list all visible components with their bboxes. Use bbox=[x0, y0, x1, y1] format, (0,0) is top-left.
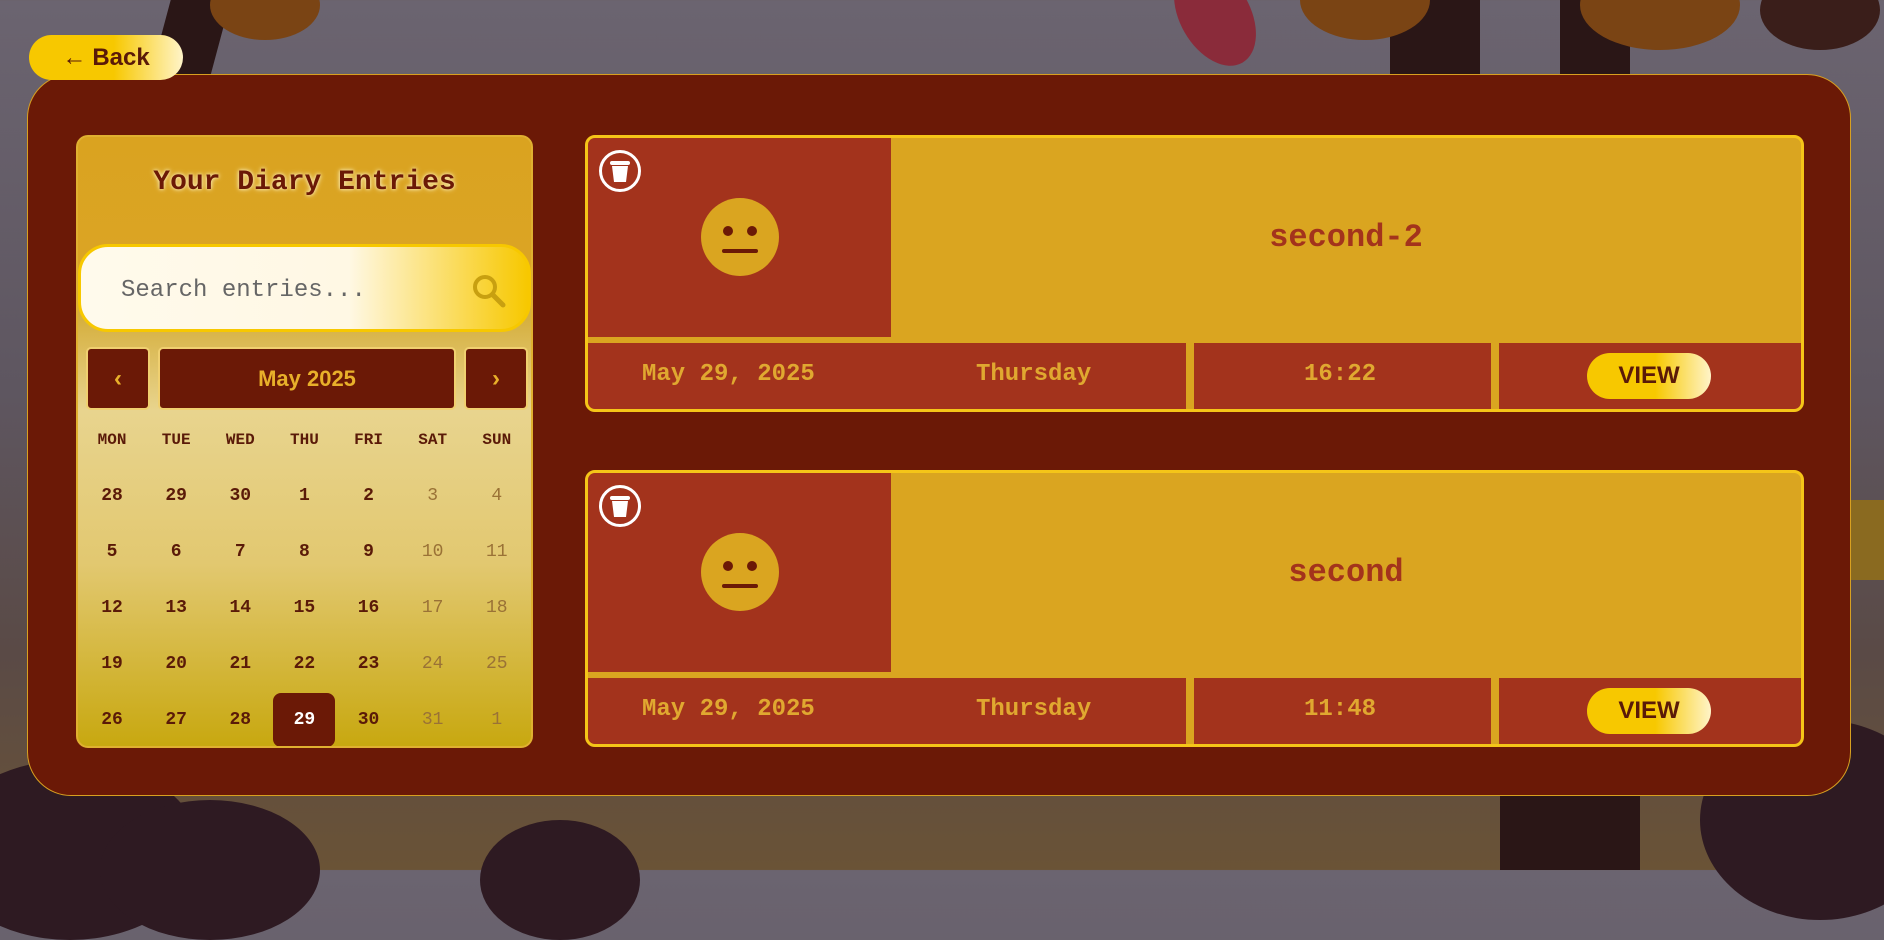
calendar-day[interactable]: 15 bbox=[272, 580, 336, 636]
search-bar bbox=[78, 244, 531, 332]
calendar-day[interactable]: 1 bbox=[272, 468, 336, 524]
calendar-day[interactable]: 28 bbox=[80, 468, 144, 524]
calendar-prev-button[interactable]: ‹ bbox=[86, 347, 150, 410]
back-button[interactable]: ← Back bbox=[29, 35, 183, 80]
weekday-sat: SAT bbox=[418, 431, 448, 449]
calendar-grid: 28 29 30 1 2 3 4 5 6 7 8 9 10 11 12 13 1… bbox=[80, 468, 529, 746]
calendar-day[interactable]: 2 bbox=[337, 468, 401, 524]
entry-weekday: Thursday bbox=[976, 361, 1092, 388]
sidebar: Your Diary Entries ‹ May 2025 › MON TUE … bbox=[76, 135, 533, 748]
calendar-day[interactable]: 30 bbox=[337, 692, 401, 746]
weekday-wed: WED bbox=[225, 431, 255, 449]
calendar-day[interactable]: 10 bbox=[401, 524, 465, 580]
weekday-fri: FRI bbox=[354, 431, 383, 449]
weekday-thu: THU bbox=[290, 431, 319, 449]
calendar-day[interactable]: 28 bbox=[208, 692, 272, 746]
entry-time: 16:22 bbox=[1304, 361, 1377, 388]
calendar-day[interactable]: 24 bbox=[401, 636, 465, 692]
entry-card: second May 29, 2025 Thursday 11:48 VIEW bbox=[585, 470, 1804, 747]
calendar-day[interactable]: 13 bbox=[144, 580, 208, 636]
entry-date-cell: May 29, 2025 Thursday bbox=[588, 343, 1186, 409]
calendar-day[interactable]: 6 bbox=[144, 524, 208, 580]
entry-title: second-2 bbox=[1269, 219, 1423, 256]
view-entry-button[interactable]: VIEW bbox=[1587, 688, 1711, 734]
calendar-day[interactable]: 21 bbox=[208, 636, 272, 692]
arrow-left-icon: ← bbox=[62, 43, 87, 71]
calendar-day[interactable]: 4 bbox=[465, 468, 529, 524]
calendar-day-selected[interactable]: 29 bbox=[272, 692, 336, 746]
entry-time-cell: 16:22 bbox=[1194, 343, 1491, 409]
entry-date: May 29, 2025 bbox=[642, 361, 815, 388]
calendar-day[interactable]: 3 bbox=[401, 468, 465, 524]
back-button-label: Back bbox=[92, 43, 150, 71]
selected-day-label: 29 bbox=[273, 693, 336, 746]
calendar-day[interactable]: 12 bbox=[80, 580, 144, 636]
entry-view-cell: VIEW bbox=[1499, 678, 1801, 744]
search-input[interactable] bbox=[119, 271, 423, 309]
entry-date-cell: May 29, 2025 Thursday bbox=[588, 678, 1186, 744]
calendar-day[interactable]: 7 bbox=[208, 524, 272, 580]
entry-title: second bbox=[1288, 554, 1404, 591]
sidebar-title: Your Diary Entries bbox=[153, 167, 456, 198]
weekday-mon: MON bbox=[97, 431, 127, 449]
calendar-day[interactable]: 14 bbox=[208, 580, 272, 636]
calendar-day[interactable]: 23 bbox=[337, 636, 401, 692]
calendar-day[interactable]: 19 bbox=[80, 636, 144, 692]
entry-weekday: Thursday bbox=[976, 696, 1092, 723]
calendar-day[interactable]: 1 bbox=[465, 692, 529, 746]
weekday-sun: SUN bbox=[482, 431, 512, 449]
calendar-month-label: May 2025 bbox=[158, 347, 456, 410]
calendar-day[interactable]: 20 bbox=[144, 636, 208, 692]
delete-entry-button[interactable] bbox=[599, 150, 641, 192]
neutral-face-icon bbox=[701, 198, 779, 276]
entry-date: May 29, 2025 bbox=[642, 696, 815, 723]
calendar-day[interactable]: 11 bbox=[465, 524, 529, 580]
view-entry-button[interactable]: VIEW bbox=[1587, 353, 1711, 399]
calendar: ‹ May 2025 › MON TUE WED THU FRI SAT SUN… bbox=[80, 345, 529, 746]
search-icon[interactable] bbox=[471, 273, 507, 309]
trash-icon bbox=[610, 161, 630, 182]
delete-entry-button[interactable] bbox=[599, 485, 641, 527]
calendar-day[interactable]: 18 bbox=[465, 580, 529, 636]
calendar-day[interactable]: 25 bbox=[465, 636, 529, 692]
neutral-face-icon bbox=[701, 533, 779, 611]
calendar-day[interactable]: 27 bbox=[144, 692, 208, 746]
calendar-day[interactable]: 9 bbox=[337, 524, 401, 580]
entry-time: 11:48 bbox=[1304, 696, 1377, 723]
calendar-day[interactable]: 22 bbox=[272, 636, 336, 692]
entry-time-cell: 11:48 bbox=[1194, 678, 1491, 744]
calendar-next-button[interactable]: › bbox=[464, 347, 528, 410]
calendar-weekdays: MON TUE WED THU FRI SAT SUN bbox=[80, 431, 529, 449]
calendar-day[interactable]: 16 bbox=[337, 580, 401, 636]
calendar-day[interactable]: 26 bbox=[80, 692, 144, 746]
calendar-day[interactable]: 17 bbox=[401, 580, 465, 636]
calendar-day[interactable]: 8 bbox=[272, 524, 336, 580]
calendar-day[interactable]: 31 bbox=[401, 692, 465, 746]
calendar-day[interactable]: 5 bbox=[80, 524, 144, 580]
entry-card: second-2 May 29, 2025 Thursday 16:22 VIE… bbox=[585, 135, 1804, 412]
weekday-tue: TUE bbox=[161, 431, 191, 449]
calendar-day[interactable]: 30 bbox=[208, 468, 272, 524]
calendar-day[interactable]: 29 bbox=[144, 468, 208, 524]
trash-icon bbox=[610, 496, 630, 517]
entry-view-cell: VIEW bbox=[1499, 343, 1801, 409]
